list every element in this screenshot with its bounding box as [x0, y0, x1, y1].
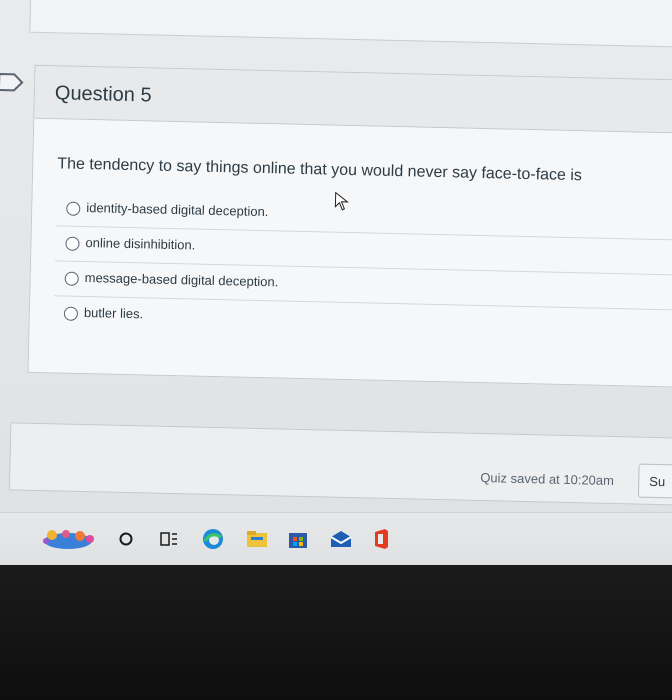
app-icon[interactable]: [38, 525, 102, 553]
laptop-bezel: [0, 565, 672, 700]
question-title: Question 5: [54, 82, 152, 107]
office-icon[interactable]: [370, 525, 392, 553]
task-view-icon[interactable]: [158, 525, 180, 553]
screen: Question 5 The tendency to say things on…: [0, 0, 672, 700]
edge-browser-icon[interactable]: [200, 525, 226, 553]
quiz-page: Question 5 The tendency to say things on…: [0, 0, 672, 536]
question-body: The tendency to say things online that y…: [28, 118, 672, 387]
flag-question-icon[interactable]: [0, 72, 24, 98]
radio-button[interactable]: [64, 271, 79, 286]
radio-button[interactable]: [66, 201, 81, 216]
answer-label[interactable]: message-based digital deception.: [85, 270, 279, 289]
previous-question-box: [29, 0, 672, 48]
answer-label[interactable]: online disinhibition.: [85, 235, 195, 252]
answer-label[interactable]: identity-based digital deception.: [86, 200, 268, 219]
answer-list: identity-based digital deception. online…: [53, 191, 672, 345]
answer-label[interactable]: butler lies.: [84, 305, 144, 321]
quiz-saved-status: Quiz saved at 10:20am: [480, 470, 615, 489]
question-card: Question 5 The tendency to say things on…: [27, 64, 672, 388]
quiz-footer: Quiz saved at 10:20am Su: [8, 422, 672, 506]
mail-icon[interactable]: [328, 525, 354, 553]
question-text: The tendency to say things online that y…: [57, 155, 583, 185]
taskbar: [0, 512, 672, 565]
search-circle-icon[interactable]: [116, 525, 136, 553]
mouse-pointer-icon: [333, 191, 350, 217]
radio-button[interactable]: [65, 236, 80, 251]
store-icon[interactable]: [286, 525, 310, 553]
file-explorer-icon[interactable]: [244, 525, 270, 553]
radio-button[interactable]: [63, 306, 79, 321]
submit-quiz-button[interactable]: Su: [637, 463, 672, 499]
